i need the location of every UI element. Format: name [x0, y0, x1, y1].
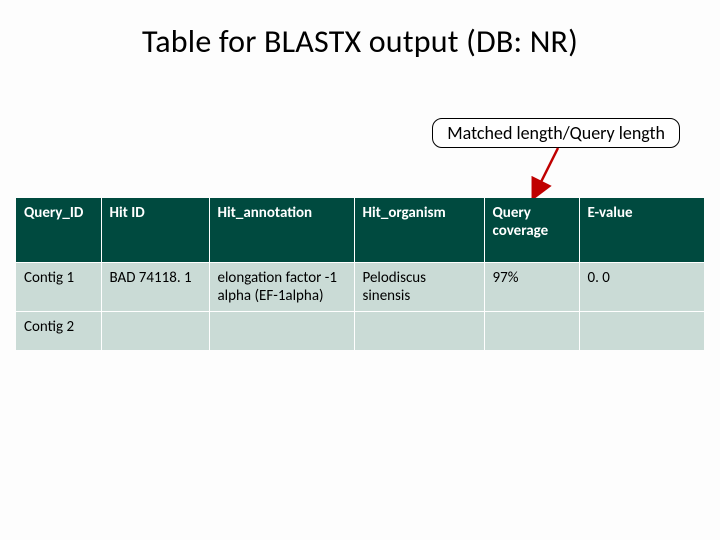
cell-query-coverage	[484, 312, 579, 351]
cell-hit-annotation	[209, 312, 354, 351]
table-header-row: Query_ID Hit ID Hit_annotation Hit_organ…	[16, 198, 704, 263]
cell-query-id: Contig 2	[16, 312, 101, 351]
cell-hit-organism: Pelodiscus sinensis	[354, 263, 484, 312]
cell-query-id: Contig 1	[16, 263, 101, 312]
col-header-hit-organism: Hit_organism	[354, 198, 484, 263]
cell-query-coverage: 97%	[484, 263, 579, 312]
blastx-table: Query_ID Hit ID Hit_annotation Hit_organ…	[16, 198, 704, 350]
table-row: Contig 2	[16, 312, 704, 351]
col-header-e-value: E-value	[579, 198, 704, 263]
cell-e-value	[579, 312, 704, 351]
col-header-hit-id: Hit ID	[101, 198, 209, 263]
col-header-query-coverage: Query coverage	[484, 198, 579, 263]
col-header-hit-annotation: Hit_annotation	[209, 198, 354, 263]
cell-hit-annotation: elongation factor -1 alpha (EF-1alpha)	[209, 263, 354, 312]
table-row: Contig 1 BAD 74118. 1 elongation factor …	[16, 263, 704, 312]
cell-hit-organism	[354, 312, 484, 351]
cell-hit-id	[101, 312, 209, 351]
page-title: Table for BLASTX output (DB: NR)	[0, 0, 720, 61]
cell-hit-id: BAD 74118. 1	[101, 263, 209, 312]
arrow-icon	[528, 146, 568, 202]
callout-annotation: Matched length/Query length	[432, 118, 680, 148]
cell-e-value: 0. 0	[579, 263, 704, 312]
col-header-query-id: Query_ID	[16, 198, 101, 263]
